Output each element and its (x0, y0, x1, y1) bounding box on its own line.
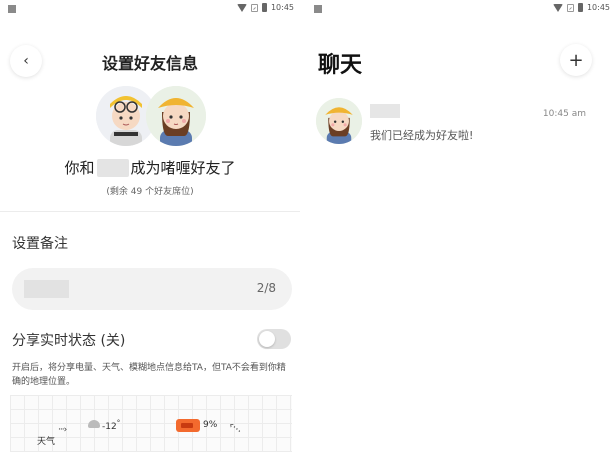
temperature-readout: -12° (102, 419, 120, 432)
add-chat-button[interactable]: + (560, 44, 592, 76)
notification-icon (8, 5, 16, 13)
battery-percent: 9% (203, 420, 218, 430)
battery-icon (577, 3, 583, 12)
status-time: 10:45 (586, 3, 610, 12)
status-time: 10:45 (270, 3, 294, 12)
girl-avatar-icon (146, 86, 206, 146)
message-time: 10:45 am (542, 109, 586, 119)
friend-line-prefix: 你和 (64, 159, 95, 177)
dotted-arrow-icon: ···› (58, 425, 67, 435)
divider (0, 211, 300, 212)
cloud-icon (88, 420, 100, 428)
no-sim-icon (250, 3, 258, 12)
remark-value-redacted (24, 280, 69, 298)
status-bar: 10:45 (306, 0, 616, 20)
share-status-toggle[interactable] (257, 329, 291, 349)
battery-icon (176, 419, 200, 432)
friend-line-suffix: 成为啫喱好友了 (130, 159, 236, 177)
contact-name-redacted (370, 104, 400, 118)
avatar (316, 98, 362, 144)
remaining-slots: (剩余 49 个好友席位) (106, 187, 194, 197)
chat-list-item[interactable]: 我们已经成为好友啦! 10:45 am (306, 96, 616, 156)
girl-avatar-icon (316, 98, 362, 144)
friend-name-redacted (96, 158, 129, 177)
page-title: 设置好友信息 (101, 54, 198, 73)
friend-avatar (146, 86, 206, 146)
share-status-label: 分享实时状态 (关) (12, 333, 126, 349)
last-message: 我们已经成为好友啦! (370, 129, 474, 142)
temperature-value: -12 (102, 422, 117, 432)
plus-icon: + (568, 49, 584, 71)
battery-icon (261, 3, 267, 12)
remark-char-count: 2/8 (256, 281, 276, 295)
wifi-icon (236, 3, 247, 12)
degree-sign: ° (116, 419, 121, 427)
page-title: 聊天 (318, 53, 363, 78)
friend-confirmation: 你和 成为啫喱好友了 (0, 157, 300, 178)
chat-list-panel: 10:45 聊天 + 我们已经成为好友啦! 10:45 am (306, 0, 616, 452)
wifi-icon (552, 3, 563, 12)
weather-label: 天气 (37, 437, 56, 447)
share-status-description: 开启后，将分享电量、天气、模糊地点信息给TA，但TA不会看到你精确的地理位置。 (12, 363, 286, 387)
notification-icon (314, 5, 322, 13)
toggle-knob (259, 331, 275, 347)
friend-settings-panel: 10:45 ‹ 设置好友信息 你和 成为啫喱好友了 (剩余 49 个好友席位) … (0, 0, 300, 452)
no-sim-icon (566, 3, 574, 12)
remark-input[interactable]: 2/8 (12, 268, 292, 310)
remark-label: 设置备注 (12, 236, 68, 252)
status-bar: 10:45 (0, 0, 300, 20)
